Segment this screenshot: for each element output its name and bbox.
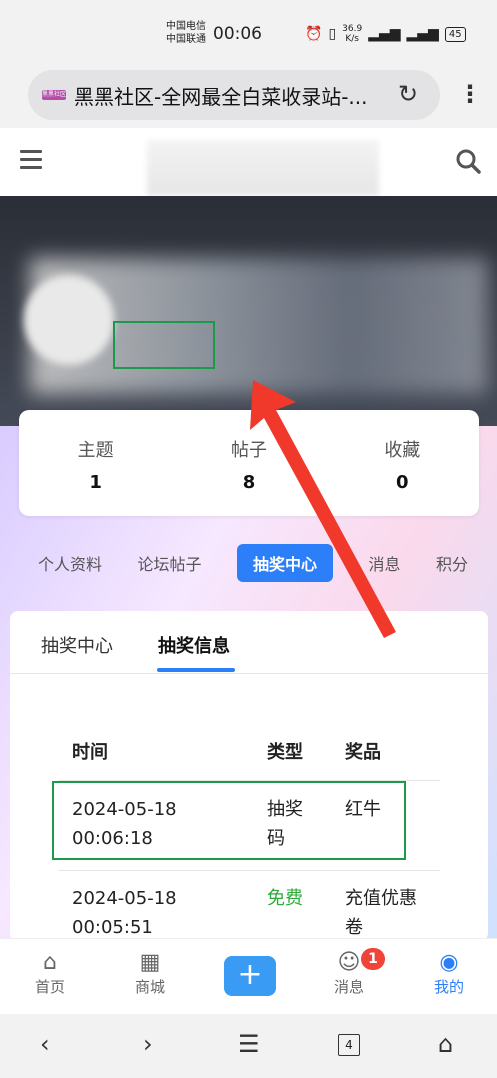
stat-value: 1 — [89, 472, 102, 493]
header-prize: 奖品 — [345, 742, 381, 763]
subtab-lottery-info[interactable]: 抽奖信息 — [158, 632, 230, 658]
tab-forum-posts[interactable]: 论坛帖子 — [137, 551, 201, 575]
grid-icon: ▦ — [139, 950, 161, 975]
active-tab-indicator — [157, 668, 235, 672]
nav-label: 商城 — [134, 978, 165, 996]
home-icon: ⌂ — [43, 950, 57, 975]
search-icon[interactable] — [455, 148, 481, 174]
signal-icon-2: ▂▄▆ — [406, 26, 439, 42]
header-time: 时间 — [72, 742, 108, 763]
carrier-labels: 中国电信 中国联通 — [166, 20, 206, 46]
site-logo-blurred — [147, 140, 379, 196]
tabs-icon[interactable]: 4 — [338, 1034, 360, 1056]
vibrate-icon: ▯ — [328, 26, 337, 42]
table-row: 2024-05-18 00:05:51 — [72, 884, 177, 942]
tab-points[interactable]: 积分 — [436, 551, 468, 575]
tab-lottery-center[interactable]: 抽奖中心 — [236, 544, 333, 582]
menu-icon[interactable] — [20, 150, 42, 172]
highlight-box-row — [52, 781, 406, 860]
battery-icon: 45 — [444, 26, 466, 42]
message-badge: 1 — [361, 948, 385, 970]
row-prize-line1: 充值优惠 — [345, 888, 417, 909]
row-type: 免费 — [267, 884, 303, 913]
row-divider — [58, 870, 440, 871]
tab-messages[interactable]: 消息 — [368, 551, 400, 575]
address-bar[interactable]: 黑黑社区 黑黑社区-全网最全白菜收录站-... — [28, 70, 440, 120]
header-type: 类型 — [267, 742, 303, 763]
stat-value: 0 — [396, 472, 409, 493]
more-icon[interactable]: ⋮ — [458, 80, 482, 108]
stat-favorites[interactable]: 收藏 0 — [326, 410, 479, 516]
net-speed: 36.9 K/s — [342, 24, 362, 44]
nav-label: 首页 — [34, 978, 65, 996]
stats-card: 主题 1 帖子 8 收藏 0 — [19, 410, 479, 516]
page-title: 黑黑社区-全网最全白菜收录站-... — [74, 84, 368, 109]
nav-mall[interactable]: ▦ 商城 — [120, 950, 180, 997]
user-icon: ◉ — [439, 950, 459, 975]
site-favicon: 黑黑社区 — [42, 90, 67, 100]
signal-icon: ▂▄▆ — [368, 26, 401, 42]
status-time: 00:06 — [213, 24, 262, 44]
plus-icon[interactable]: + — [224, 956, 276, 996]
menu-lines-icon[interactable]: ☰ — [238, 1030, 260, 1058]
stat-label: 主题 — [77, 440, 114, 461]
carrier-2: 中国联通 — [166, 34, 206, 45]
row-prize: 充值优惠 卷 — [345, 884, 417, 942]
tab-profile[interactable]: 个人资料 — [38, 551, 102, 575]
nav-home[interactable]: ⌂ 首页 — [20, 950, 80, 997]
row-date: 2024-05-18 — [72, 888, 177, 909]
row-type-line1: 免费 — [267, 888, 303, 909]
stat-posts[interactable]: 帖子 8 — [172, 410, 325, 516]
avatar — [24, 275, 114, 365]
forward-icon[interactable]: › — [143, 1030, 153, 1058]
carrier-1: 中国电信 — [166, 21, 206, 32]
highlight-box-profile — [113, 321, 215, 369]
nav-mine[interactable]: ◉ 我的 — [419, 950, 479, 997]
profile-tabs: 个人资料 论坛帖子 抽奖中心 消息 积分 — [38, 544, 468, 582]
stat-topics[interactable]: 主题 1 — [19, 410, 172, 516]
net-speed-unit: K/s — [345, 34, 359, 44]
subtab-lottery-center[interactable]: 抽奖中心 — [41, 632, 113, 658]
stat-label: 收藏 — [384, 440, 421, 461]
net-speed-value: 36.9 — [342, 24, 363, 34]
home-outline-icon[interactable]: ⌂ — [438, 1030, 453, 1058]
nav-label: 消息 — [333, 978, 364, 996]
stat-label: 帖子 — [230, 440, 267, 461]
back-icon[interactable]: ‹ — [40, 1030, 50, 1058]
reload-icon[interactable]: ↻ — [398, 80, 418, 108]
nav-label: 我的 — [433, 978, 464, 996]
alarm-icon: ⏰ — [305, 26, 323, 42]
status-icons: ⏰ ▯ 36.9 K/s ▂▄▆ ▂▄▆ 45 — [305, 24, 466, 44]
stat-value: 8 — [242, 472, 256, 493]
